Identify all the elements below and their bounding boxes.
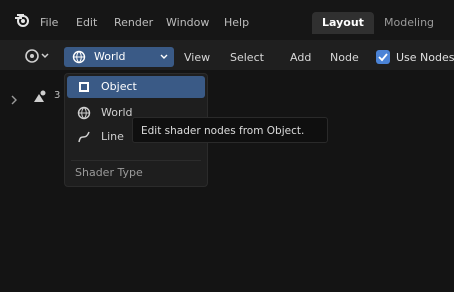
menu-view[interactable]: View: [184, 51, 210, 64]
shader-type-label: World: [94, 50, 126, 63]
editor-type-icon[interactable]: [24, 47, 52, 65]
dropdown-item-label: World: [101, 106, 133, 119]
dropdown-item-object[interactable]: Object: [67, 76, 205, 98]
sidebar-expand-icon[interactable]: [10, 95, 18, 105]
dropdown-item-label: Line: [101, 130, 124, 143]
world-icon: [77, 106, 91, 120]
line-style-icon: [78, 131, 90, 143]
tab-modeling[interactable]: Modeling: [374, 12, 444, 34]
menu-window[interactable]: Window: [166, 16, 209, 29]
checkmark-icon: [378, 53, 388, 62]
node-count: 3: [54, 90, 61, 101]
blender-logo-icon[interactable]: [14, 13, 30, 27]
shader-type-select[interactable]: World: [64, 47, 174, 67]
menu-help[interactable]: Help: [224, 16, 249, 29]
menu-select[interactable]: Select: [230, 51, 264, 64]
node-tree-icon: [34, 90, 46, 102]
dropdown-title: Shader Type: [75, 166, 143, 179]
use-nodes-checkbox[interactable]: [376, 50, 390, 64]
tab-layout[interactable]: Layout: [312, 12, 374, 34]
dropdown-separator: [71, 160, 201, 161]
world-icon: [72, 50, 86, 64]
menu-edit[interactable]: Edit: [76, 16, 97, 29]
dropdown-item-label: Object: [101, 80, 137, 93]
menu-add[interactable]: Add: [290, 51, 311, 64]
tooltip: Edit shader nodes from Object.: [132, 117, 328, 143]
menu-render[interactable]: Render: [114, 16, 153, 29]
menu-file[interactable]: File: [40, 16, 58, 29]
use-nodes-label: Use Nodes: [396, 51, 454, 64]
chevron-down-icon: [160, 54, 168, 59]
menu-node[interactable]: Node: [330, 51, 359, 64]
object-icon: [79, 82, 89, 92]
